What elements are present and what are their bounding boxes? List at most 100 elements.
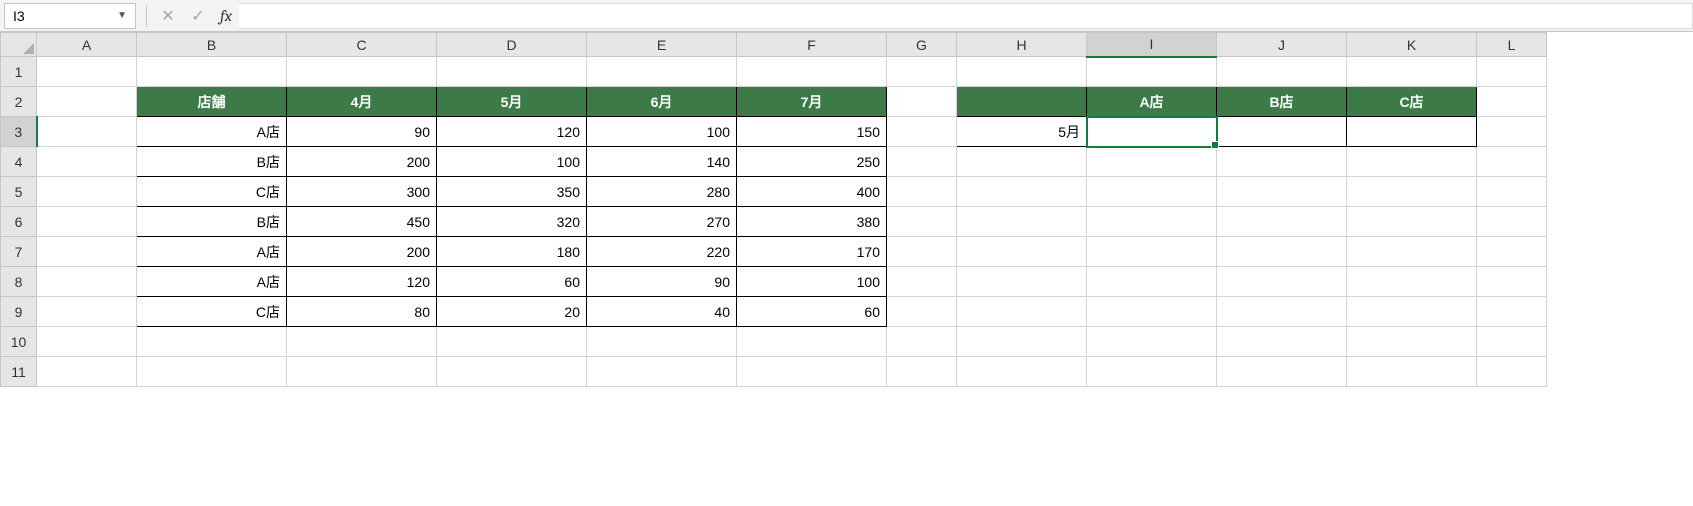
row-header-9[interactable]: 9	[1, 297, 37, 327]
cell-A5[interactable]	[37, 177, 137, 207]
cell-D5[interactable]: 350	[437, 177, 587, 207]
cell-B1[interactable]	[137, 57, 287, 87]
col-header-F[interactable]: F	[737, 33, 887, 57]
cell-D1[interactable]	[437, 57, 587, 87]
cell-H9[interactable]	[957, 297, 1087, 327]
cell-I10[interactable]	[1087, 327, 1217, 357]
cell-I9[interactable]	[1087, 297, 1217, 327]
cell-D8[interactable]: 60	[437, 267, 587, 297]
cell-A10[interactable]	[37, 327, 137, 357]
cell-F11[interactable]	[737, 357, 887, 387]
col-header-J[interactable]: J	[1217, 33, 1347, 57]
cell-F7[interactable]: 170	[737, 237, 887, 267]
cell-I11[interactable]	[1087, 357, 1217, 387]
cell-J1[interactable]	[1217, 57, 1347, 87]
row-header-4[interactable]: 4	[1, 147, 37, 177]
cell-B3[interactable]: A店	[137, 117, 287, 147]
col-header-D[interactable]: D	[437, 33, 587, 57]
cell-K2[interactable]: C店	[1347, 87, 1477, 117]
cell-H5[interactable]	[957, 177, 1087, 207]
cell-B8[interactable]: A店	[137, 267, 287, 297]
row-header-3[interactable]: 3	[1, 117, 37, 147]
cell-A7[interactable]	[37, 237, 137, 267]
cell-K11[interactable]	[1347, 357, 1477, 387]
cell-K5[interactable]	[1347, 177, 1477, 207]
cell-J11[interactable]	[1217, 357, 1347, 387]
cell-D11[interactable]	[437, 357, 587, 387]
cell-C7[interactable]: 200	[287, 237, 437, 267]
cell-C3[interactable]: 90	[287, 117, 437, 147]
cell-J8[interactable]	[1217, 267, 1347, 297]
cell-K1[interactable]	[1347, 57, 1477, 87]
cell-H1[interactable]	[957, 57, 1087, 87]
cell-E10[interactable]	[587, 327, 737, 357]
cell-L1[interactable]	[1477, 57, 1547, 87]
cell-A6[interactable]	[37, 207, 137, 237]
col-header-I[interactable]: I	[1087, 33, 1217, 57]
cell-C11[interactable]	[287, 357, 437, 387]
row-header-6[interactable]: 6	[1, 207, 37, 237]
cell-D9[interactable]: 20	[437, 297, 587, 327]
cell-C5[interactable]: 300	[287, 177, 437, 207]
cell-C8[interactable]: 120	[287, 267, 437, 297]
name-box-dropdown-icon[interactable]: ▼	[117, 10, 127, 21]
cell-A11[interactable]	[37, 357, 137, 387]
cell-I5[interactable]	[1087, 177, 1217, 207]
cell-C6[interactable]: 450	[287, 207, 437, 237]
cell-I8[interactable]	[1087, 267, 1217, 297]
cell-L3[interactable]	[1477, 117, 1547, 147]
cell-J9[interactable]	[1217, 297, 1347, 327]
cell-E5[interactable]: 280	[587, 177, 737, 207]
cell-C4[interactable]: 200	[287, 147, 437, 177]
cell-B9[interactable]: C店	[137, 297, 287, 327]
cell-F5[interactable]: 400	[737, 177, 887, 207]
cell-I3[interactable]	[1087, 117, 1217, 147]
cell-H11[interactable]	[957, 357, 1087, 387]
name-box[interactable]: I3 ▼	[4, 3, 136, 29]
cell-L9[interactable]	[1477, 297, 1547, 327]
formula-input[interactable]	[239, 3, 1693, 29]
cell-A8[interactable]	[37, 267, 137, 297]
cell-K7[interactable]	[1347, 237, 1477, 267]
cell-J2[interactable]: B店	[1217, 87, 1347, 117]
cell-H6[interactable]	[957, 207, 1087, 237]
cell-A4[interactable]	[37, 147, 137, 177]
row-header-10[interactable]: 10	[1, 327, 37, 357]
cell-B10[interactable]	[137, 327, 287, 357]
cell-D7[interactable]: 180	[437, 237, 587, 267]
cell-F8[interactable]: 100	[737, 267, 887, 297]
cell-L6[interactable]	[1477, 207, 1547, 237]
row-header-7[interactable]: 7	[1, 237, 37, 267]
cell-D10[interactable]	[437, 327, 587, 357]
col-header-L[interactable]: L	[1477, 33, 1547, 57]
cell-L7[interactable]	[1477, 237, 1547, 267]
col-header-A[interactable]: A	[37, 33, 137, 57]
cell-E11[interactable]	[587, 357, 737, 387]
cell-H10[interactable]	[957, 327, 1087, 357]
cell-E7[interactable]: 220	[587, 237, 737, 267]
col-header-H[interactable]: H	[957, 33, 1087, 57]
cell-B4[interactable]: B店	[137, 147, 287, 177]
cell-D3[interactable]: 120	[437, 117, 587, 147]
cell-G2[interactable]	[887, 87, 957, 117]
cell-F3[interactable]: 150	[737, 117, 887, 147]
row-header-2[interactable]: 2	[1, 87, 37, 117]
cell-E3[interactable]: 100	[587, 117, 737, 147]
cell-A9[interactable]	[37, 297, 137, 327]
cell-L4[interactable]	[1477, 147, 1547, 177]
select-all-corner[interactable]	[1, 33, 37, 57]
col-header-E[interactable]: E	[587, 33, 737, 57]
cell-G8[interactable]	[887, 267, 957, 297]
cell-G3[interactable]	[887, 117, 957, 147]
cell-K4[interactable]	[1347, 147, 1477, 177]
cell-E8[interactable]: 90	[587, 267, 737, 297]
cell-K6[interactable]	[1347, 207, 1477, 237]
cell-J6[interactable]	[1217, 207, 1347, 237]
cell-C10[interactable]	[287, 327, 437, 357]
cell-E6[interactable]: 270	[587, 207, 737, 237]
cell-I7[interactable]	[1087, 237, 1217, 267]
cell-G10[interactable]	[887, 327, 957, 357]
cell-A2[interactable]	[37, 87, 137, 117]
cell-L2[interactable]	[1477, 87, 1547, 117]
cell-C9[interactable]: 80	[287, 297, 437, 327]
